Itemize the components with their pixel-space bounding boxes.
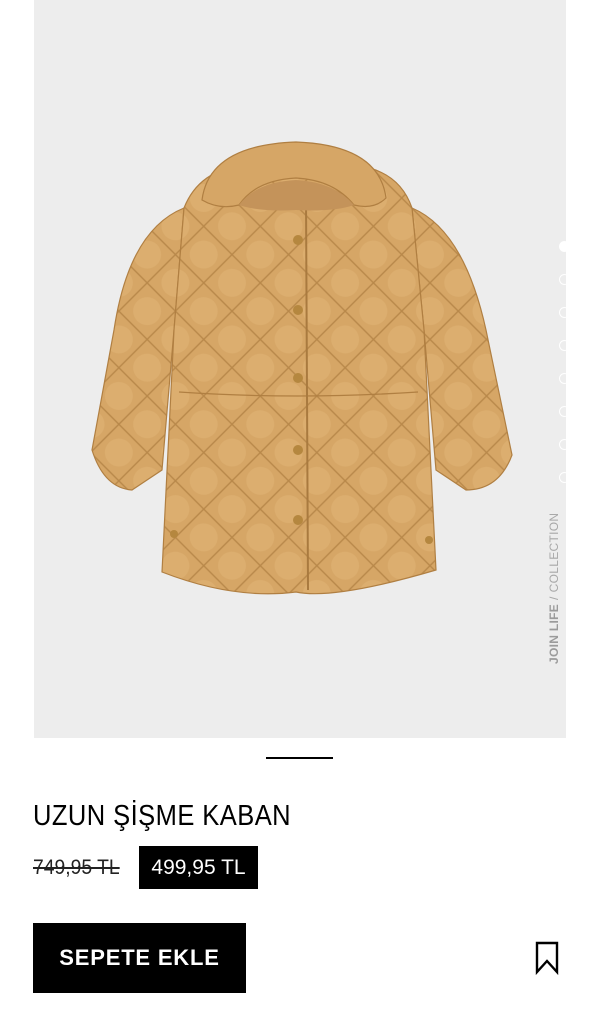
gallery-dot[interactable]: [558, 340, 566, 351]
collection-label-separator: /: [547, 596, 561, 600]
gallery-dot[interactable]: [558, 406, 566, 417]
image-page-indicator: [266, 757, 333, 759]
sale-price: 499,95 TL: [139, 846, 258, 889]
collection-label-rest: COLLECTION: [547, 512, 561, 593]
gallery-dot[interactable]: [558, 241, 566, 252]
add-to-cart-button[interactable]: SEPETE EKLE: [33, 923, 246, 993]
gallery-dot[interactable]: [558, 373, 566, 384]
quilted-coat-illustration: [91, 141, 513, 595]
gallery-dot[interactable]: [558, 274, 566, 285]
product-image[interactable]: [34, 0, 566, 738]
gallery-dot[interactable]: [558, 439, 566, 450]
old-price: 749,95 TL: [33, 856, 120, 879]
product-title: UZUN ŞİŞME KABAN: [33, 800, 292, 832]
collection-label: JOIN LIFE / COLLECTION: [547, 513, 561, 664]
gallery-dots: [552, 241, 566, 505]
gallery-dot[interactable]: [558, 307, 566, 318]
gallery-dot[interactable]: [558, 472, 566, 483]
bookmark-icon[interactable]: [534, 941, 560, 975]
collection-label-strong: JOIN LIFE: [547, 603, 561, 664]
